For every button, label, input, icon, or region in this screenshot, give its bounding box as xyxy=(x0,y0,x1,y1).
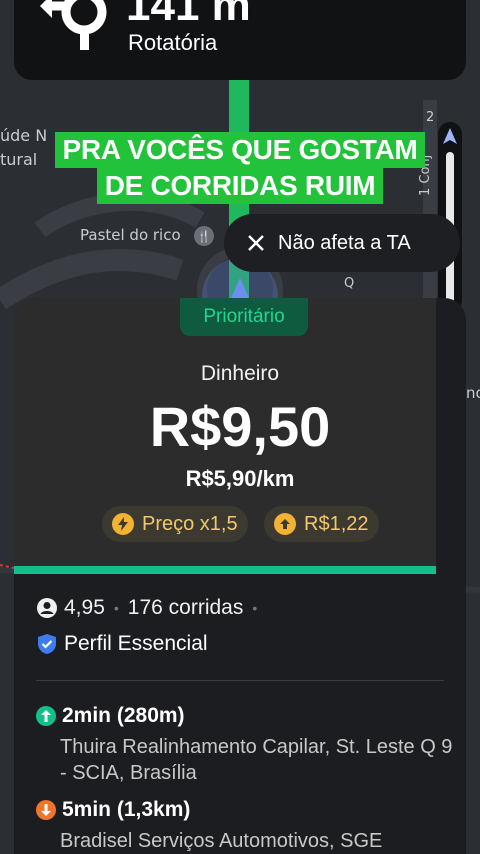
passenger-rating-row: 4,95 • 176 corridas • xyxy=(36,596,260,620)
bonus-chip: R$1,22 xyxy=(264,506,379,542)
map-label-q: Q xyxy=(344,276,355,291)
close-icon xyxy=(248,235,264,251)
maneuver-street: Rotatória xyxy=(128,30,218,55)
surge-label: Preço x1,5 xyxy=(142,512,238,535)
map-label-pastel: Pastel do rico xyxy=(80,226,181,244)
compass-icon[interactable] xyxy=(438,122,462,150)
dismiss-label: Não afeta a TA xyxy=(278,231,411,254)
payment-method: Dinheiro xyxy=(200,362,280,385)
caption-overlay: PRA VOCÊS QUE GOSTAM xyxy=(46,132,434,169)
roundabout-icon xyxy=(40,0,107,50)
arrow-up-icon xyxy=(274,513,296,535)
dropoff-arrow-down-icon xyxy=(36,800,56,820)
map-label-2: tural xyxy=(0,150,38,169)
dismiss-button[interactable]: Não afeta a TA xyxy=(224,214,460,272)
navigation-banner[interactable]: 141 m Rotatória xyxy=(14,0,466,80)
caption-overlay-2: DE CORRIDAS RUIM xyxy=(46,168,434,205)
ride-offer-card[interactable]: Prioritário Dinheiro R$9,50 R$5,90/km Pr… xyxy=(14,298,466,854)
surge-chip: Preço x1,5 xyxy=(102,506,248,542)
passenger-rides: 176 corridas xyxy=(127,596,244,619)
bonus-label: R$1,22 xyxy=(304,512,369,535)
lightning-icon xyxy=(112,513,134,535)
map-label-1: úde N xyxy=(0,126,48,145)
passenger-profile: Perfil Essencial xyxy=(64,632,208,655)
dropoff-eta: 5min (1,3km) xyxy=(62,798,191,821)
shield-icon xyxy=(38,634,56,654)
passenger-profile-row: Perfil Essencial xyxy=(36,632,208,656)
ride-price: R$9,50 xyxy=(149,395,331,458)
maneuver-distance: 141 m xyxy=(126,0,251,30)
dropoff-stop: 5min (1,3km) Bradisel Serviços Automotiv… xyxy=(36,798,456,854)
offer-progress-bar xyxy=(14,566,436,574)
map-label-2b: 2 xyxy=(426,110,435,125)
divider xyxy=(36,680,444,681)
caption-line-1: PRA VOCÊS QUE GOSTAM xyxy=(54,132,426,169)
map-label-no: no xyxy=(466,384,480,402)
restaurant-icon: 🍴 xyxy=(194,226,214,246)
dropoff-address: Bradisel Serviços Automotivos, SGE xyxy=(60,830,383,852)
pickup-address: Thuira Realinhamento Capilar, St. Leste … xyxy=(60,736,453,784)
priority-badge: Prioritário xyxy=(180,298,308,336)
price-per-km: R$5,90/km xyxy=(185,466,295,491)
passenger-rating: 4,95 xyxy=(64,596,105,619)
pickup-stop: 2min (280m) Thuira Realinhamento Capilar… xyxy=(36,704,456,786)
pickup-arrow-up-icon xyxy=(36,706,56,726)
caption-line-2: DE CORRIDAS RUIM xyxy=(96,168,384,205)
pickup-eta: 2min (280m) xyxy=(62,704,185,727)
person-icon xyxy=(37,598,57,618)
